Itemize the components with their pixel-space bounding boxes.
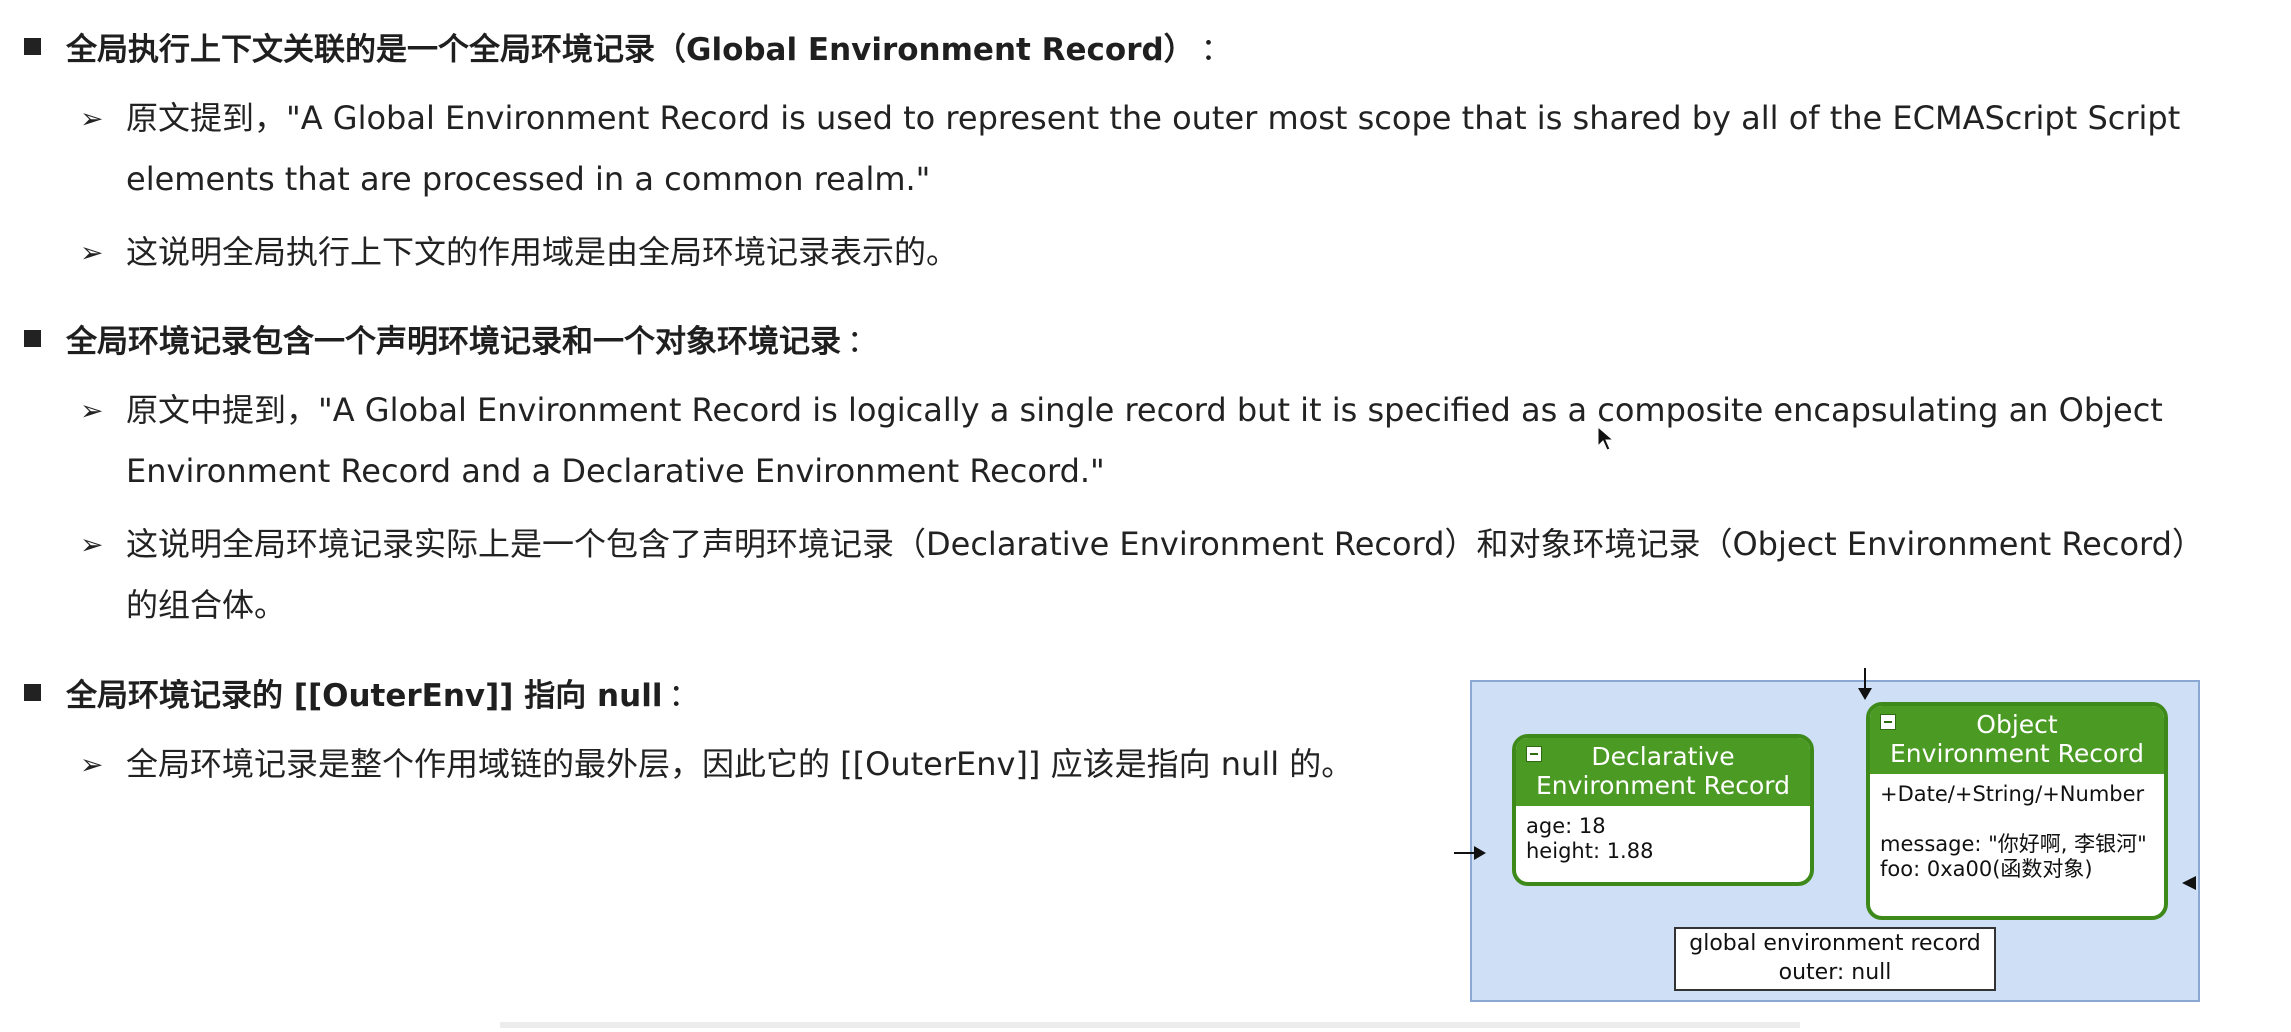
section-3-heading: 全局环境记录的 [[OuterEnv]] 指向 null ：	[24, 670, 699, 715]
section-2-item-1-line-1: 原文中提到，"A Global Environment Record is lo…	[126, 391, 2163, 429]
section-2-item-2: ➢ 这说明全局环境记录实际上是一个包含了声明环境记录（Declarative E…	[80, 514, 2204, 636]
section-2-item-1: ➢ 原文中提到，"A Global Environment Record is …	[80, 380, 2163, 502]
slide-page: 全局执行上下文关联的是一个全局环境记录（Global Environment R…	[0, 0, 2291, 1032]
section-2-colon: ：	[847, 324, 878, 360]
mouse-cursor-icon	[1597, 426, 1615, 451]
square-bullet-icon	[24, 684, 41, 701]
arrow-bullet-icon: ➢	[80, 102, 104, 135]
section-2-heading: 全局环境记录包含一个声明环境记录和一个对象环境记录 ：	[24, 316, 878, 361]
section-1-heading: 全局执行上下文关联的是一个全局环境记录（Global Environment R…	[24, 24, 1232, 69]
section-3-item-1: ➢ 全局环境记录是整个作用域链的最外层，因此它的 [[OuterEnv]] 应该…	[80, 734, 1353, 795]
section-3-heading-text: 全局环境记录的 [[OuterEnv]] 指向 null	[66, 678, 663, 714]
square-bullet-icon	[24, 330, 41, 347]
arrow-bullet-icon: ➢	[80, 528, 104, 561]
section-1-heading-text: 全局执行上下文关联的是一个全局环境记录（Global Environment R…	[66, 32, 1195, 68]
section-1-colon: ：	[1200, 32, 1232, 68]
section-3-item-1-line-1: 全局环境记录是整个作用域链的最外层，因此它的 [[OuterEnv]] 应该是指…	[126, 745, 1354, 783]
arrow-right-icon	[1454, 846, 1486, 860]
section-1-item-2: ➢ 这说明全局执行上下文的作用域是由全局环境记录表示的。	[80, 222, 958, 283]
section-1-item-1-line-1: 原文提到，"A Global Environment Record is use…	[126, 99, 2181, 137]
section-1-item-2-line-1: 这说明全局执行上下文的作用域是由全局环境记录表示的。	[126, 233, 959, 271]
bottom-shadow	[500, 1022, 1800, 1028]
section-2-item-1-line-2: Environment Record and a Declarative Env…	[126, 452, 1105, 490]
arrow-bullet-icon: ➢	[80, 748, 104, 781]
environment-record-diagram: Declarative Environment Record age: 18 h…	[1454, 668, 2200, 1002]
arrow-left-icon	[2182, 876, 2196, 890]
section-3-colon: ：	[668, 678, 700, 714]
section-1-item-1: ➢ 原文提到，"A Global Environment Record is u…	[80, 88, 2180, 210]
arrow-bullet-icon: ➢	[80, 236, 104, 269]
arrow-bullet-icon: ➢	[80, 394, 104, 427]
section-1-item-1-line-2: elements that are processed in a common …	[126, 160, 931, 198]
diagram-arrows	[1454, 668, 2196, 890]
arrow-down-icon	[1858, 668, 1872, 700]
section-2-heading-text: 全局环境记录包含一个声明环境记录和一个对象环境记录	[66, 324, 841, 360]
square-bullet-icon	[24, 38, 41, 55]
section-2-item-2-line-2: 的组合体。	[126, 586, 287, 624]
section-2-item-2-line-1: 这说明全局环境记录实际上是一个包含了声明环境记录（Declarative Env…	[126, 525, 2204, 563]
